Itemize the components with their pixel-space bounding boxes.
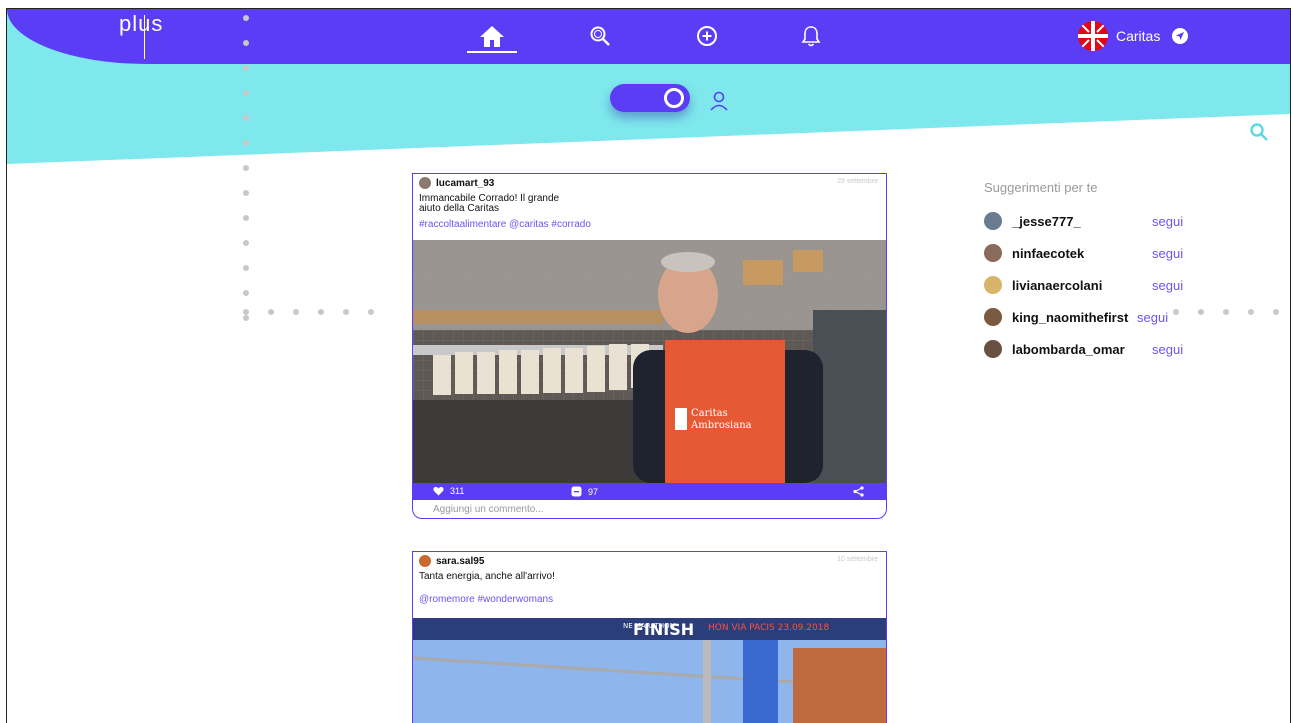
suggestion-item: livianaercolani segui <box>984 276 1194 294</box>
user-avatar[interactable] <box>984 340 1002 358</box>
bell-icon[interactable] <box>796 21 826 51</box>
search-icon[interactable] <box>585 21 615 51</box>
post-date: 29 settembre <box>837 178 878 185</box>
decorative-dot <box>243 165 249 171</box>
decorative-dot <box>368 309 374 315</box>
suggested-username[interactable]: _jesse777_ <box>1012 214 1081 229</box>
banner-sub: HON VIA PACIS 23.09.2018 <box>708 623 829 633</box>
decorative-dot <box>243 190 249 196</box>
app-logo[interactable]: plus <box>119 11 179 61</box>
suggestion-item: labombarda_omar segui <box>984 340 1194 358</box>
account-menu[interactable]: Caritas <box>1078 21 1189 51</box>
suggested-username[interactable]: king_naomithefirst <box>1012 310 1128 325</box>
post-date: 10 settembre <box>837 556 878 563</box>
user-avatar[interactable] <box>419 555 431 567</box>
like-button[interactable]: 311 <box>433 486 464 496</box>
post-image[interactable]: Caritas Ambrosiana <box>413 240 886 483</box>
active-tab-indicator <box>467 51 517 53</box>
heart-icon <box>433 486 444 496</box>
decorative-dot <box>343 309 349 315</box>
location-arrow-icon[interactable] <box>1172 28 1189 44</box>
home-icon[interactable] <box>477 21 507 51</box>
follow-button[interactable]: segui <box>1152 246 1183 261</box>
account-name: Caritas <box>1116 28 1161 44</box>
suggestion-item: king_naomithefirst segui <box>984 308 1194 326</box>
decorative-dot <box>268 309 274 315</box>
user-avatar[interactable] <box>984 308 1002 326</box>
follow-button[interactable]: segui <box>1152 214 1183 229</box>
decorative-dot <box>293 309 299 315</box>
comment-count: 97 <box>588 486 599 497</box>
person-icon[interactable] <box>707 89 731 113</box>
search-suggestions-icon[interactable] <box>1249 122 1271 144</box>
like-count: 311 <box>450 486 465 496</box>
post-username[interactable]: sara.sal95 <box>436 556 484 567</box>
comment-icon <box>571 486 582 497</box>
follow-button[interactable]: segui <box>1137 310 1168 325</box>
decorative-dot <box>243 315 249 321</box>
decorative-dot <box>243 215 249 221</box>
decorative-dot <box>1248 309 1254 315</box>
follow-button[interactable]: segui <box>1152 342 1183 357</box>
suggestions-title: Suggerimenti per te <box>984 180 1098 195</box>
banner-left: NE MARATHON <box>623 622 675 630</box>
user-avatar[interactable] <box>984 276 1002 294</box>
decorative-dot <box>243 140 249 146</box>
decorative-dot <box>243 40 249 46</box>
follow-button[interactable]: segui <box>1152 278 1183 293</box>
post-card: sara.sal95 10 settembre Tanta energia, a… <box>412 551 887 723</box>
post-caption: Tanta energia, anche all'arrivo! <box>419 571 555 582</box>
comment-input[interactable]: Aggiungi un commento... <box>433 504 544 515</box>
post-tags[interactable]: @romemore #wonderwomans <box>419 594 880 609</box>
decorative-dot <box>243 90 249 96</box>
decorative-dot <box>1273 309 1279 315</box>
post-tags[interactable]: #raccoltaalimentare @caritas #corrado <box>419 219 880 234</box>
add-circle-icon[interactable] <box>692 21 722 51</box>
comment-button[interactable]: 97 <box>571 486 598 497</box>
decorative-dot <box>243 309 249 315</box>
suggestion-item: _jesse777_ segui <box>984 212 1194 230</box>
svg-text:Caritas: Caritas <box>691 408 728 419</box>
caritas-logo-icon <box>1078 21 1108 51</box>
decorative-dot <box>243 15 249 21</box>
post-image[interactable]: FINISH HON VIA PACIS 23.09.2018 NE MARAT… <box>413 618 886 723</box>
post-username[interactable]: lucamart_93 <box>436 178 494 189</box>
user-avatar[interactable] <box>984 244 1002 262</box>
svg-text:Ambrosiana: Ambrosiana <box>690 420 752 431</box>
suggestion-item: ninfaecotek segui <box>984 244 1194 262</box>
decorative-dot <box>243 265 249 271</box>
suggested-username[interactable]: labombarda_omar <box>1012 342 1125 357</box>
suggested-username[interactable]: ninfaecotek <box>1012 246 1084 261</box>
decorative-dot <box>243 65 249 71</box>
logo-text: plus <box>119 11 164 36</box>
decorative-dot <box>243 290 249 296</box>
user-avatar[interactable] <box>984 212 1002 230</box>
decorative-dot <box>243 115 249 121</box>
post-action-bar: 311 97 <box>413 483 886 500</box>
decorative-dot <box>318 309 324 315</box>
suggested-username[interactable]: livianaercolani <box>1012 278 1102 293</box>
post-caption: Immancabile Corrado! Il grande aiuto del… <box>419 193 560 214</box>
feed-toggle-switch[interactable] <box>610 84 690 112</box>
user-avatar[interactable] <box>419 177 431 189</box>
app-frame: plus Caritas lucamart_93 29 settembre Im… <box>6 8 1291 723</box>
share-icon[interactable] <box>853 486 864 497</box>
decorative-dot <box>1198 309 1204 315</box>
decorative-dot <box>243 240 249 246</box>
post-card: lucamart_93 29 settembre Immancabile Cor… <box>412 173 887 519</box>
decorative-dot <box>1223 309 1229 315</box>
